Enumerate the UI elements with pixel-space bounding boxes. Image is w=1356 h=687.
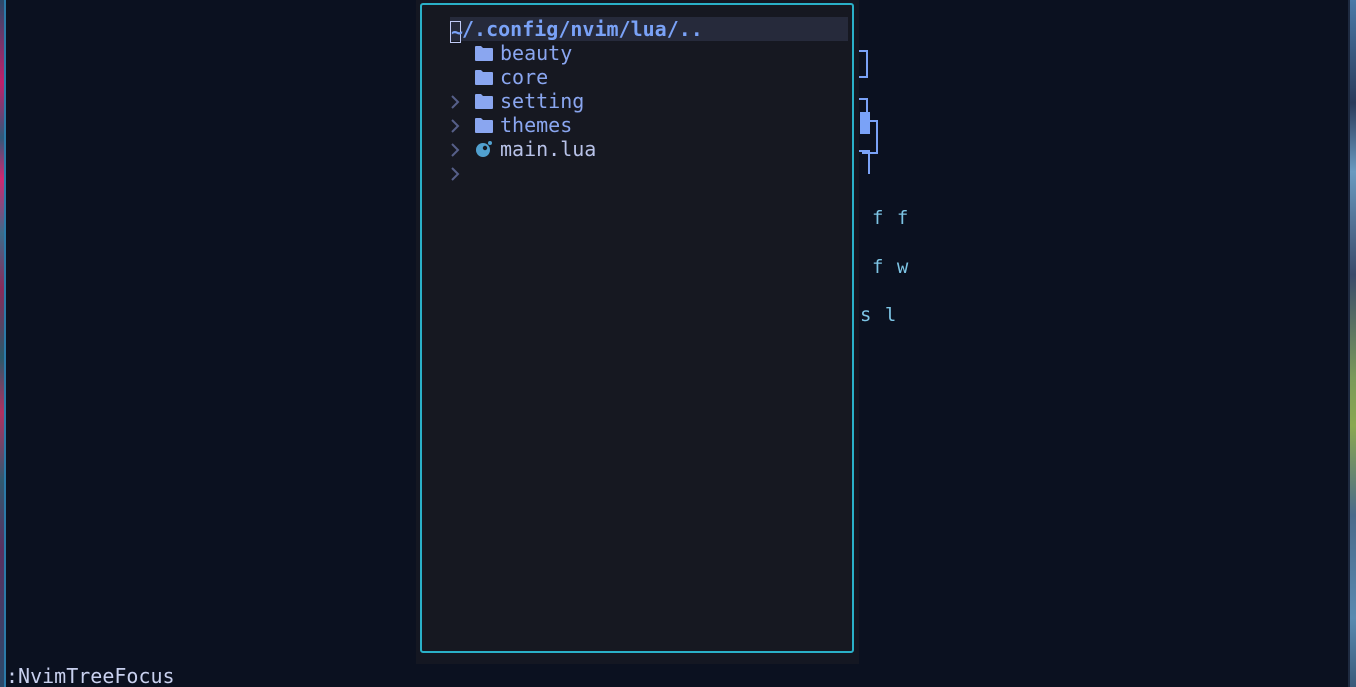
root-path-label: /.config/nvim/lua/.. — [462, 17, 703, 41]
tree-item-setting[interactable]: setting — [422, 89, 852, 157]
tree-item-label: beauty — [500, 41, 573, 65]
tree-item-themes[interactable]: themes — [422, 113, 852, 181]
background-keymap-fw: f w — [872, 256, 910, 278]
folder-icon — [475, 118, 493, 133]
tree-item-label: main.lua — [500, 137, 597, 161]
lua-icon — [476, 141, 492, 157]
wallpaper-left-edge — [0, 0, 6, 687]
wallpaper-right-edge — [1348, 0, 1356, 687]
tree-item-label: themes — [500, 113, 573, 137]
folder-icon — [475, 94, 493, 109]
background-bracket-2 — [858, 98, 868, 112]
cursor: ~ — [450, 20, 464, 44]
file-tree[interactable]: ~/.config/nvim/lua/.. beauty core settin… — [422, 5, 852, 181]
tree-item-core[interactable]: core — [422, 65, 852, 133]
nvim-tree-float[interactable]: ~/.config/nvim/lua/.. beauty core settin… — [420, 3, 854, 653]
folder-icon — [475, 70, 493, 85]
background-bracket-3 — [862, 120, 878, 154]
command-line[interactable]: :NvimTreeFocus — [6, 663, 175, 687]
background-keymap-sl: s l — [860, 304, 898, 326]
folder-icon — [475, 46, 493, 61]
tree-root-path[interactable]: ~/.config/nvim/lua/.. — [450, 17, 848, 44]
background-bracket-1 — [858, 50, 868, 78]
nvim-screen: f f f w s l ~/.config/nvim/lua/.. beauty… — [0, 0, 1356, 687]
background-bracket-4 — [858, 150, 870, 174]
tree-item-label: setting — [500, 89, 585, 113]
tree-item-label: core — [500, 65, 549, 89]
tree-item-beauty[interactable]: beauty — [422, 41, 852, 109]
tree-item-main-lua[interactable]: main.lua — [422, 137, 852, 161]
background-keymap-ff: f f — [872, 207, 910, 229]
